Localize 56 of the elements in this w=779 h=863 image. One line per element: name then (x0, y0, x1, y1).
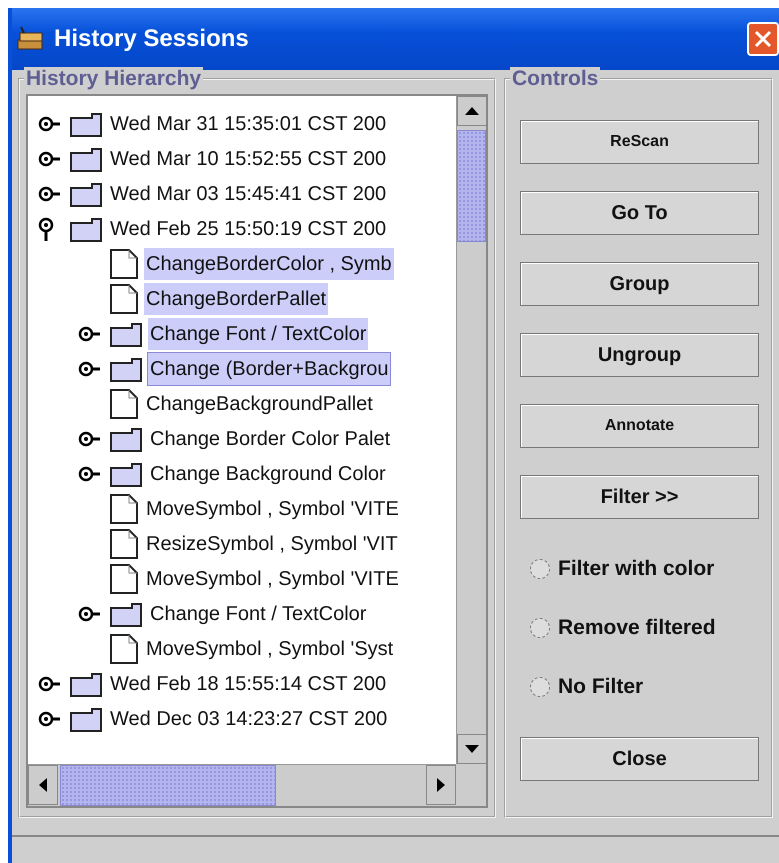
file-icon (110, 634, 138, 664)
action-button[interactable]: Ungroup (520, 333, 759, 378)
folder-label[interactable]: Wed Feb 25 15:50:19 CST 200 (108, 212, 388, 244)
vertical-scrollbar[interactable] (456, 96, 486, 764)
folder-icon (110, 426, 142, 452)
folder-icon (70, 146, 102, 172)
folder-label[interactable]: Change Font / TextColor (148, 318, 368, 350)
file-icon (110, 564, 138, 594)
folder-icon (110, 320, 142, 346)
folder-label[interactable]: Wed Mar 03 15:45:41 CST 200 (108, 178, 388, 210)
radio-label[interactable]: No Filter (558, 671, 644, 703)
folder-label[interactable]: Change (Border+Backgrou (148, 352, 390, 384)
action-button[interactable]: Group (520, 262, 759, 306)
folder-icon (70, 670, 102, 696)
file-icon (110, 528, 138, 558)
folder-label[interactable]: Change Background Color (148, 458, 388, 490)
file-label[interactable]: ResizeSymbol , Symbol 'VIT (144, 528, 400, 560)
file-icon (110, 494, 138, 524)
file-label[interactable]: ChangeBorderColor , Symb (144, 248, 394, 280)
file-label[interactable]: ChangeBorderPallet (144, 282, 328, 314)
folder-label[interactable]: Change Border Color Palet (148, 422, 392, 454)
folder-icon (70, 706, 102, 732)
radio-label[interactable]: Remove filtered (558, 612, 716, 644)
folder-icon (70, 180, 102, 206)
action-button[interactable]: ReScan (520, 120, 759, 164)
radio-label[interactable]: Filter with color (558, 553, 714, 585)
folder-label[interactable]: Wed Mar 10 15:52:55 CST 200 (108, 142, 388, 174)
action-button[interactable]: Filter >> (520, 475, 759, 520)
folder-icon (110, 460, 142, 486)
radio-button[interactable] (530, 618, 550, 638)
close-button[interactable]: Close (520, 736, 759, 781)
file-label[interactable]: MoveSymbol , Symbol 'VITE (144, 492, 401, 524)
action-button[interactable]: Go To (520, 191, 759, 236)
file-icon (110, 284, 138, 314)
file-icon (110, 388, 138, 418)
radio-button[interactable] (530, 676, 550, 697)
scroll-thumb[interactable] (457, 130, 486, 242)
horizontal-scrollbar[interactable] (28, 764, 456, 806)
folder-icon (70, 110, 102, 136)
folder-label[interactable]: Wed Feb 18 15:55:14 CST 200 (108, 668, 388, 700)
scroll-thumb[interactable] (60, 765, 276, 806)
file-label[interactable]: MoveSymbol , Symbol 'Syst (144, 632, 396, 664)
close-icon[interactable] (747, 22, 779, 56)
file-label[interactable]: ChangeBackgroundPallet (144, 388, 375, 420)
folder-label[interactable]: Wed Dec 03 14:23:27 CST 200 (108, 702, 390, 734)
folder-icon (70, 216, 102, 242)
action-button[interactable]: Annotate (520, 404, 759, 448)
folder-icon (110, 600, 142, 626)
panel-title: History Hierarchy (24, 67, 204, 91)
folder-icon (110, 356, 142, 382)
folder-label[interactable]: Change Font / TextColor (148, 598, 368, 630)
window-title: History Sessions (54, 24, 249, 54)
file-label[interactable]: MoveSymbol , Symbol 'VITE (144, 562, 401, 594)
folder-label[interactable]: Wed Mar 31 15:35:01 CST 200 (108, 108, 388, 140)
radio-button[interactable] (530, 558, 550, 579)
file-icon (110, 248, 138, 278)
